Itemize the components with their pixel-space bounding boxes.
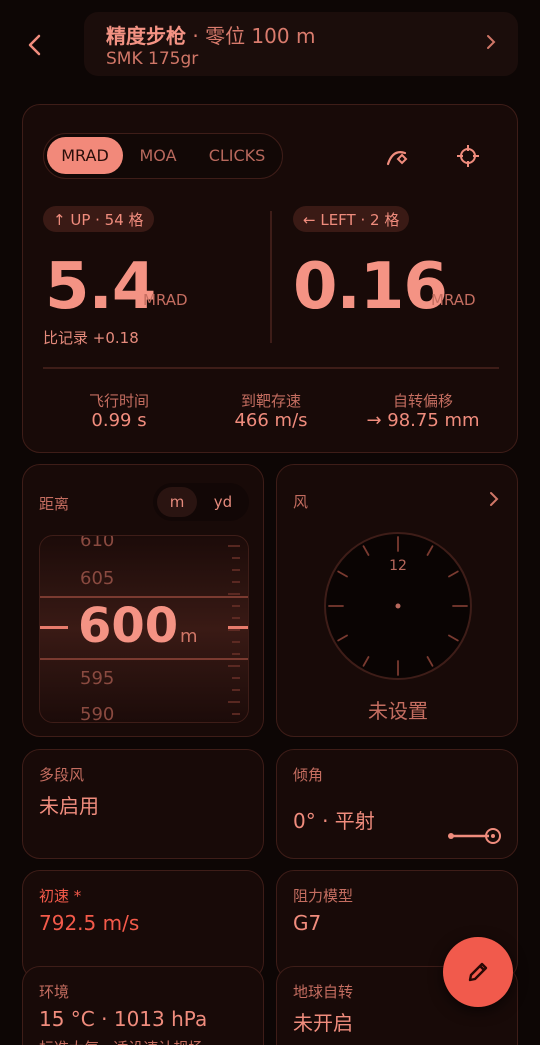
profile-name: 精度步枪 [106, 24, 186, 48]
muzzle-velocity-label: 初速 * [39, 887, 82, 905]
impact-velocity-value: 466 m/s [234, 410, 308, 431]
distance-drum-picker[interactable]: 610 605 600 m 595 590 [39, 535, 249, 723]
back-button[interactable] [18, 28, 52, 62]
reticle-button[interactable] [453, 141, 483, 171]
distance-value: 600 [78, 598, 179, 654]
multi-wind-card[interactable]: 多段风 未启用 [22, 749, 264, 859]
environment-card[interactable]: 环境 15 °C · 1013 hPa 标准大气 · 适设速计规场 [22, 966, 264, 1045]
chevron-left-icon [28, 34, 41, 56]
incline-label: 倾角 [293, 766, 324, 784]
elevation-unit: MRAD [143, 291, 188, 309]
muzzle-velocity-card[interactable]: 初速 * 792.5 m/s [22, 870, 264, 980]
elevation-value: 5.4 [45, 250, 156, 324]
elevation-compare: 比记录 +0.18 [43, 329, 139, 347]
incline-value: 0° · 平射 [293, 809, 375, 833]
pencil-icon [468, 962, 488, 982]
trajectory-button[interactable] [383, 141, 413, 171]
windage-direction-badge: ← LEFT · 2 格 [293, 206, 410, 232]
drum-scale [228, 545, 240, 715]
earth-rotation-value: 未开启 [293, 1011, 353, 1035]
unit-meters-button[interactable]: m [157, 487, 197, 517]
spin-drift-value: → 98.75 mm [366, 410, 480, 431]
profile-title: 精度步枪 · 零位 100 m [106, 20, 315, 49]
time-of-flight-value: 0.99 s [91, 410, 147, 431]
unit-moa-button[interactable]: MOA [128, 137, 188, 174]
clock-12-label: 12 [389, 558, 407, 574]
drum-label: 590 [80, 704, 115, 723]
environment-label: 环境 [39, 983, 70, 1001]
drag-model-value: G7 [293, 911, 322, 935]
incline-slider[interactable] [447, 826, 503, 846]
unit-yards-button[interactable]: yd [203, 487, 243, 517]
zero-distance: · 零位 100 m [186, 24, 316, 48]
drum-label: 610 [80, 535, 115, 551]
environment-value: 15 °C · 1013 hPa [39, 1007, 208, 1031]
wind-label: 风 [293, 493, 309, 511]
drum-marker-left [40, 626, 68, 629]
unit-clicks-button[interactable]: CLICKS [194, 137, 280, 174]
ammo-name: SMK 175gr [106, 49, 199, 69]
drum-label: 595 [80, 668, 115, 689]
multi-wind-value: 未启用 [39, 794, 99, 818]
wind-status: 未设置 [368, 699, 428, 723]
divider [270, 211, 272, 343]
environment-note: 标准大气 · 适设速计规场 [39, 1037, 203, 1045]
profile-header[interactable]: 精度步枪 · 零位 100 m SMK 175gr [84, 12, 518, 76]
solution-card: MRAD MOA CLICKS ↑ UP · 54 格 5.4 MRAD 比记录… [22, 104, 518, 453]
wind-card[interactable]: 风 12 未设置 [276, 464, 518, 737]
chevron-right-icon [487, 35, 496, 49]
divider [43, 367, 499, 369]
time-of-flight-label: 飞行时间 [88, 392, 149, 410]
drag-model-label: 阻力模型 [293, 887, 354, 905]
trajectory-icon [386, 151, 408, 166]
elevation-direction-badge: ↑ UP · 54 格 [43, 206, 154, 232]
distance-unit-toggle: m yd [153, 483, 249, 521]
incline-card[interactable]: 倾角 0° · 平射 [276, 749, 518, 859]
windage-unit: MRAD [431, 291, 476, 309]
spin-drift-label: 自转偏移 [392, 392, 453, 410]
distance-label: 距离 [39, 495, 70, 513]
earth-rotation-label: 地球自转 [293, 983, 354, 1001]
muzzle-velocity-value: 792.5 m/s [39, 911, 140, 935]
distance-unit: m [180, 626, 198, 647]
multi-wind-label: 多段风 [39, 766, 85, 784]
windage-value: 0.16 [293, 250, 448, 324]
distance-card: 距离 m yd 610 605 600 m 595 590 [22, 464, 264, 737]
impact-velocity-label: 到靶存速 [240, 392, 301, 410]
wind-clock-dial[interactable]: 12 [323, 531, 473, 681]
unit-mrad-button[interactable]: MRAD [47, 137, 123, 174]
chevron-right-icon [490, 492, 499, 506]
crosshair-icon [457, 145, 479, 167]
drum-selection-line [40, 658, 248, 660]
edit-fab-button[interactable] [443, 937, 513, 1007]
unit-segmented-control: MRAD MOA CLICKS [43, 133, 283, 179]
drum-label: 605 [80, 568, 115, 589]
